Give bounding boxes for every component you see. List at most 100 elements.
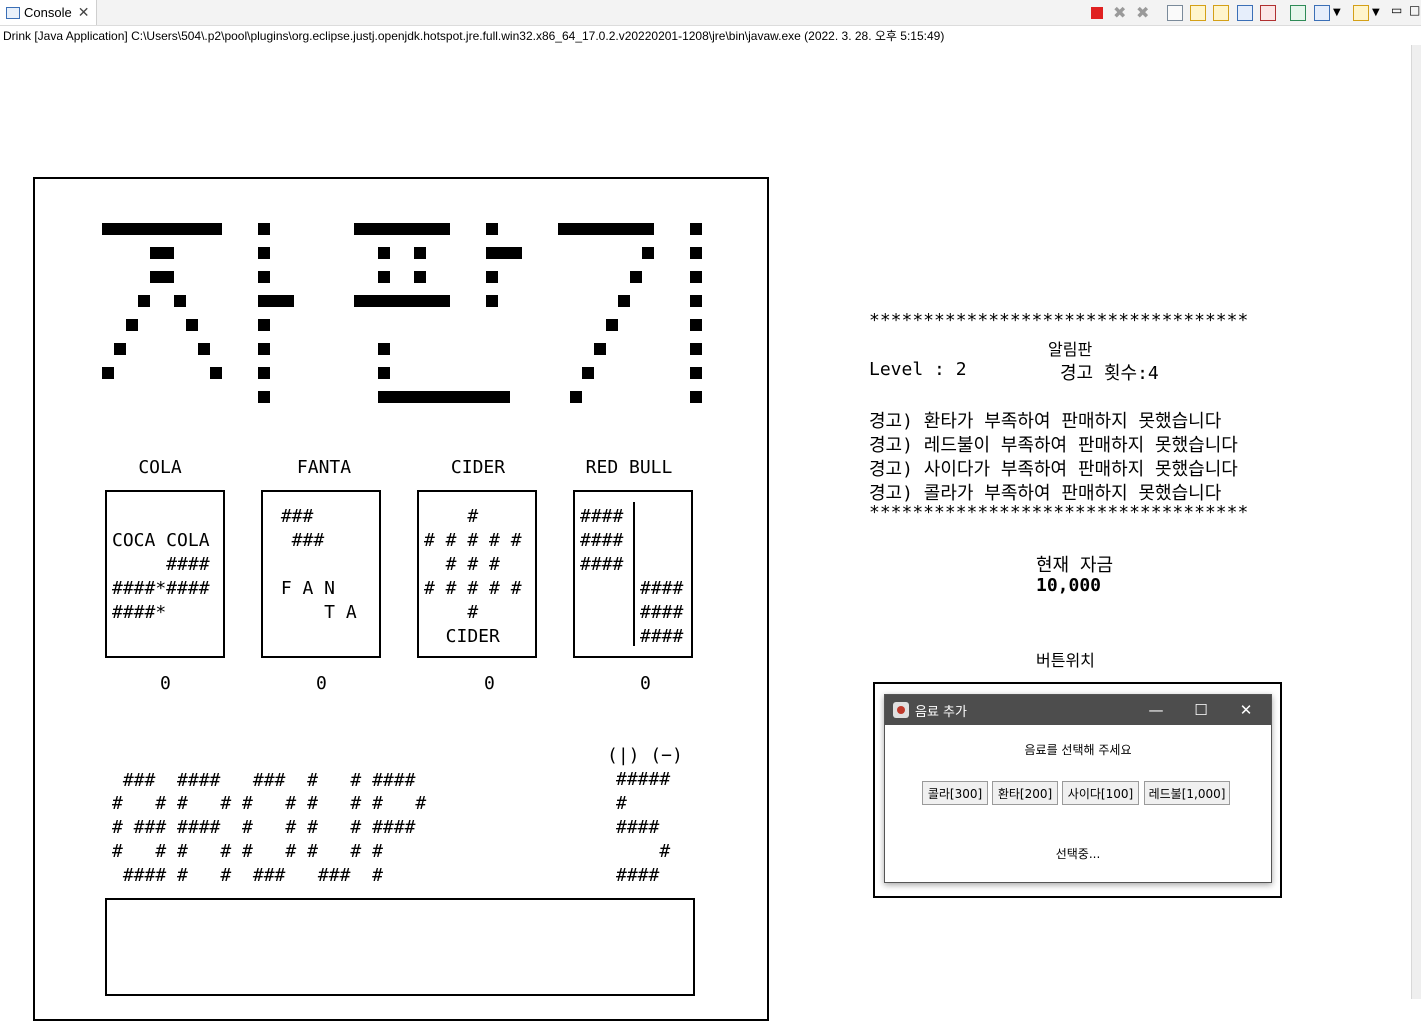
cider-button[interactable]: 사이다[100]: [1062, 781, 1139, 805]
maximize-icon[interactable]: □: [1409, 3, 1421, 19]
drink-name-cider: CIDER: [450, 457, 506, 478]
title-block: [258, 367, 270, 379]
funds-value: 10,000: [1036, 575, 1102, 596]
console-tab-label: Console: [24, 5, 72, 20]
redbull-art-line: ####: [580, 530, 624, 551]
warning-line: 경고) 레드불이 부족하여 판매하지 못했습니다: [869, 435, 1238, 456]
drink-name-redbull: RED BULL: [585, 457, 673, 478]
title-block: [258, 247, 270, 259]
redbull-art-line: ####: [580, 554, 624, 575]
deposit-art-line: # # # # # # # # # #: [112, 793, 427, 814]
title-block: [378, 247, 390, 259]
notice-border-top: ***********************************: [869, 310, 1249, 331]
title-block: [690, 271, 702, 283]
deposit-art-line: # # # # # # # # #: [112, 841, 383, 862]
drink-outlet: [105, 898, 695, 996]
title-block: [486, 223, 498, 235]
coin-art-line: #: [616, 841, 671, 862]
vertical-scrollbar[interactable]: [1411, 45, 1421, 999]
title-block: [186, 319, 198, 331]
cider-art-line: #: [424, 602, 479, 623]
redbull-art-line: ####: [640, 626, 684, 647]
cider-art-line: #: [424, 506, 479, 527]
cola-button[interactable]: 콜라[300]: [922, 781, 988, 805]
display-console-icon[interactable]: [1314, 5, 1330, 21]
chevron-down-icon[interactable]: ▼: [1333, 5, 1349, 21]
redbull-art-line: ####: [580, 506, 624, 527]
level-label: Level : 2: [869, 359, 967, 380]
minimize-icon[interactable]: ▭: [1391, 3, 1407, 19]
dialog-titlebar[interactable]: 음료 추가 — ☐ ✕: [885, 695, 1271, 725]
title-block: [210, 367, 222, 379]
title-block: [354, 223, 450, 235]
title-block: [630, 271, 642, 283]
deposit-art-line: # ### #### # # # # ####: [112, 817, 416, 838]
remove-all-icon[interactable]: ✖: [1136, 5, 1152, 21]
title-block: [378, 367, 390, 379]
button-location-label: 버튼위치: [1036, 651, 1095, 670]
redbull-button[interactable]: 레드불[1,000]: [1144, 781, 1230, 805]
title-block: [642, 247, 654, 259]
console-toolbar: Console ✕ ✖ ✖ ▼ ▼ ▭ □: [0, 0, 1421, 26]
title-block: [378, 271, 390, 283]
notice-border-bottom: ***********************************: [869, 502, 1249, 523]
cola-art-line: ####: [112, 554, 210, 575]
chevron-down-icon[interactable]: ▼: [1372, 5, 1388, 21]
title-block: [258, 295, 294, 307]
cider-art-line: # # # # #: [424, 578, 522, 599]
show-stderr-icon[interactable]: [1260, 5, 1276, 21]
title-block: [594, 343, 606, 355]
word-wrap-icon[interactable]: [1213, 5, 1229, 21]
fanta-button[interactable]: 환타[200]: [992, 781, 1058, 805]
minimize-icon[interactable]: —: [1133, 695, 1179, 725]
title-block: [378, 343, 390, 355]
dialog-status: 선택중...: [1055, 847, 1101, 861]
add-drink-dialog: 음료 추가 — ☐ ✕ 음료를 선택해 주세요 콜라[300] 환타[200] …: [884, 694, 1272, 883]
warning-line: 경고) 사이다가 부족하여 판매하지 못했습니다: [869, 459, 1238, 480]
redbull-art-line: ####: [640, 602, 684, 623]
warning-line: 경고) 환타가 부족하여 판매하지 못했습니다: [869, 411, 1222, 432]
title-block: [618, 295, 630, 307]
title-block: [258, 343, 270, 355]
drink-slot-cider: # # # # # # # # # # # # # # # CIDER: [417, 490, 537, 658]
title-block: [150, 271, 174, 283]
show-stdout-icon[interactable]: [1237, 5, 1253, 21]
clear-console-icon[interactable]: [1167, 5, 1183, 21]
title-block: [690, 391, 702, 403]
title-block: [414, 271, 426, 283]
cider-art-line: # # # # #: [424, 530, 522, 551]
drink-slot-cola: COCA COLA #### ####*#### ####*: [105, 490, 225, 658]
open-console-icon[interactable]: [1353, 5, 1369, 21]
remove-launch-icon[interactable]: ✖: [1113, 5, 1129, 21]
fanta-art-line: ###: [270, 530, 325, 551]
terminate-icon[interactable]: [1091, 7, 1103, 19]
title-block: [126, 319, 138, 331]
title-block: [690, 343, 702, 355]
scroll-lock-icon[interactable]: [1190, 5, 1206, 21]
console-icon: [6, 6, 20, 19]
count-redbull: 0: [640, 673, 651, 694]
java-app-icon: [893, 702, 909, 718]
deposit-art-line: #### # # ### ### #: [112, 865, 383, 886]
count-fanta: 0: [316, 673, 327, 694]
title-block: [606, 319, 618, 331]
dialog-title: 음료 추가: [915, 704, 967, 720]
title-block: [570, 391, 582, 403]
drink-slot-redbull: #### #### #### #### #### ####: [573, 490, 693, 658]
warning-count: 경고 횟수:4: [1060, 363, 1159, 384]
coin-slot-label: (|) (−): [607, 745, 683, 766]
title-block: [486, 247, 522, 259]
title-block: [258, 319, 270, 331]
drink-name-fanta: FANTA: [296, 457, 352, 478]
pin-console-icon[interactable]: [1290, 5, 1306, 21]
console-tab[interactable]: Console ✕: [0, 0, 97, 25]
cola-art-line: ####*: [112, 602, 167, 623]
close-tab-icon[interactable]: ✕: [78, 5, 90, 21]
notice-title: 알림판: [1048, 340, 1093, 359]
cider-art-line: # # #: [424, 554, 500, 575]
fanta-art-line: F A N: [270, 578, 336, 599]
count-cider: 0: [484, 673, 495, 694]
maximize-icon[interactable]: ☐: [1178, 695, 1224, 725]
close-icon[interactable]: ✕: [1223, 695, 1269, 725]
launch-description: Drink [Java Application] C:\Users\504\.p…: [3, 29, 945, 43]
